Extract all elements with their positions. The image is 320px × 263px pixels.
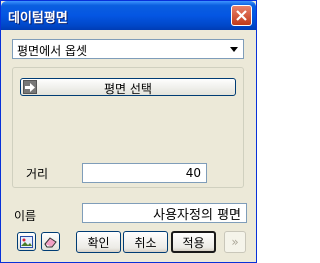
ok-button[interactable]: 확인 bbox=[76, 231, 121, 253]
cancel-button[interactable]: 취소 bbox=[123, 231, 168, 253]
select-plane-button[interactable]: 평면 선택 bbox=[20, 78, 236, 96]
plane-type-value: 평면에서 옵셋 bbox=[17, 44, 88, 58]
image-properties-icon bbox=[20, 235, 33, 248]
eraser-button[interactable] bbox=[41, 232, 60, 251]
chevron-down-icon[interactable] bbox=[226, 41, 242, 57]
select-plane-label: 평면 선택 bbox=[104, 82, 152, 96]
titlebar[interactable]: 데이텀평면 bbox=[1, 1, 256, 30]
name-label: 이름 bbox=[14, 209, 37, 223]
more-button[interactable]: » bbox=[224, 231, 246, 253]
apply-button[interactable]: 적용 bbox=[171, 231, 216, 253]
window-title: 데이텀평면 bbox=[8, 11, 68, 26]
eraser-icon bbox=[44, 236, 57, 247]
properties-button[interactable] bbox=[17, 232, 36, 251]
name-field[interactable] bbox=[82, 203, 247, 223]
distance-field[interactable] bbox=[82, 163, 207, 183]
close-icon bbox=[236, 10, 247, 21]
distance-label: 거리 bbox=[26, 167, 49, 181]
name-input[interactable] bbox=[83, 204, 246, 222]
plane-type-dropdown[interactable]: 평면에서 옵셋 bbox=[12, 39, 244, 59]
distance-input[interactable] bbox=[83, 164, 206, 182]
datum-plane-dialog: 데이텀평면 평면에서 옵셋 평면 선택 거리 이름 bbox=[0, 0, 257, 263]
close-button[interactable] bbox=[231, 5, 252, 26]
dialog-body: 평면에서 옵셋 평면 선택 거리 이름 bbox=[2, 30, 255, 262]
